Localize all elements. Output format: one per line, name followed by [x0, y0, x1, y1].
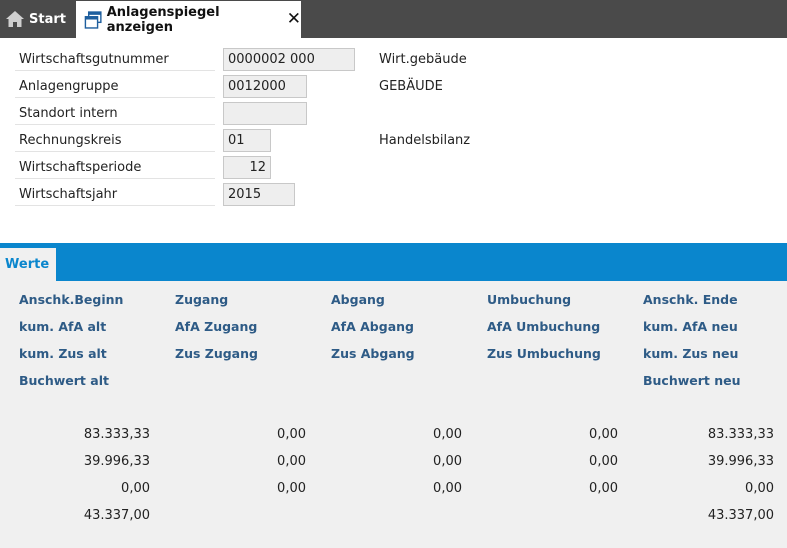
value-kum-zus-neu: 0,00 [745, 481, 774, 496]
header-zugang: Zugang [175, 292, 229, 307]
value-afa-umbuchung: 0,00 [589, 454, 618, 469]
header-kum-afa-alt: kum. AfA alt [19, 319, 107, 334]
value-anschk-ende: 83.333,33 [707, 427, 774, 442]
anlagengruppe-field[interactable]: 0012000 [223, 75, 307, 98]
standort-field[interactable] [223, 102, 307, 125]
home-icon [6, 11, 24, 27]
header-afa-zugang: AfA Zugang [175, 319, 258, 334]
header-abgang: Abgang [331, 292, 385, 307]
value-anschk-beginn: 83.333,33 [83, 427, 150, 442]
tab-bar: Start Anlagenspiegel anzeigen ✕ [0, 0, 787, 38]
header-zus-abgang: Zus Abgang [331, 346, 415, 361]
value-zus-abgang: 0,00 [433, 481, 462, 496]
tab-start-label: Start [29, 11, 66, 27]
tab-active-label: Anlagenspiegel anzeigen [106, 4, 220, 35]
rechnungskreis-desc: Handelsbilanz [379, 133, 471, 148]
header-afa-abgang: AfA Abgang [331, 319, 414, 334]
value-umbuchung: 0,00 [589, 427, 618, 442]
label-jahr: Wirtschaftsjahr [15, 183, 215, 206]
label-periode: Wirtschaftsperiode [15, 156, 215, 179]
label-anlagengruppe: Anlagengruppe [15, 75, 215, 98]
tab-start[interactable]: Start [0, 0, 72, 38]
value-afa-abgang: 0,00 [433, 454, 462, 469]
header-anschk-beginn: Anschk.Beginn [19, 292, 124, 307]
value-afa-zugang: 0,00 [277, 454, 306, 469]
rechnungskreis-field[interactable]: 01 [223, 129, 271, 152]
value-buchwert-alt: 43.337,00 [83, 508, 150, 523]
wirtschaftsgut-desc: Wirt.gebäude [379, 52, 467, 67]
header-anschk-ende: Anschk. Ende [643, 292, 738, 307]
header-zus-zugang: Zus Zugang [175, 346, 258, 361]
header-umbuchung: Umbuchung [487, 292, 572, 307]
value-zus-zugang: 0,00 [277, 481, 306, 496]
label-rechnungskreis: Rechnungskreis [15, 129, 215, 152]
value-kum-zus-alt: 0,00 [121, 481, 150, 496]
header-afa-umbuchung: AfA Umbuchung [487, 319, 601, 334]
value-zugang: 0,00 [277, 427, 306, 442]
werte-tab-bar: Werte [0, 243, 787, 281]
close-icon[interactable]: ✕ [287, 11, 301, 28]
value-buchwert-neu: 43.337,00 [707, 508, 774, 523]
anlagengruppe-desc: GEBÄUDE [379, 79, 443, 94]
wirtschaftsgutnummer-field[interactable]: 0000002 000 [223, 48, 355, 71]
tab-anlagenspiegel[interactable]: Anlagenspiegel anzeigen ✕ [76, 1, 301, 38]
label-standort: Standort intern [15, 102, 215, 125]
value-kum-afa-neu: 39.996,33 [707, 454, 774, 469]
header-kum-zus-neu: kum. Zus neu [643, 346, 739, 361]
value-abgang: 0,00 [433, 427, 462, 442]
header-buchwert-alt: Buchwert alt [19, 373, 109, 388]
value-zus-umbuchung: 0,00 [589, 481, 618, 496]
value-kum-afa-alt: 39.996,33 [83, 454, 150, 469]
header-zus-umbuchung: Zus Umbuchung [487, 346, 601, 361]
header-form: Wirtschaftsgutnummer 0000002 000 Wirt.ge… [0, 38, 787, 243]
jahr-field[interactable]: 2015 [223, 183, 295, 206]
label-wirtschaftsgutnummer: Wirtschaftsgutnummer [15, 48, 215, 71]
header-buchwert-neu: Buchwert neu [643, 373, 741, 388]
periode-field[interactable]: 12 [223, 156, 271, 179]
window-icon [84, 10, 102, 29]
tab-werte[interactable]: Werte [0, 248, 56, 281]
header-kum-zus-alt: kum. Zus alt [19, 346, 107, 361]
header-kum-afa-neu: kum. AfA neu [643, 319, 738, 334]
